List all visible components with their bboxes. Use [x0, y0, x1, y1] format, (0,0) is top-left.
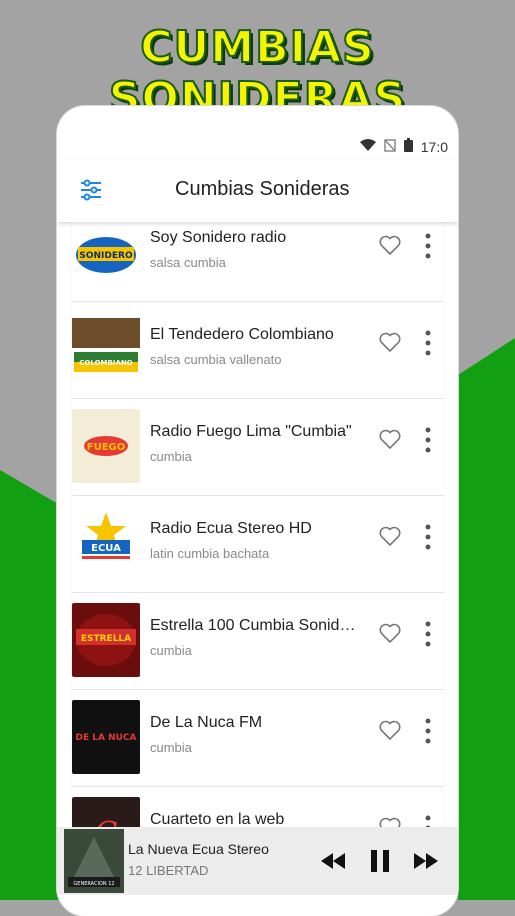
station-tags: cumbia: [150, 449, 192, 464]
station-logo: DE LA NUCA: [72, 700, 140, 774]
station-logo: COLOMBIANO: [72, 312, 140, 386]
station-logo: FUEGO: [72, 409, 140, 483]
station-name: El Tendedero Colombiano: [150, 326, 334, 343]
phone-frame: 17:0 Cumbias Sonideras SONIDERO Soy Soni…: [57, 106, 458, 916]
station-tags: latin cumbia bachata: [150, 546, 270, 561]
station-name: Radio Ecua Stereo HD: [150, 520, 312, 537]
station-tags: cumbia: [150, 643, 192, 658]
logo-text: FUEGO: [87, 442, 126, 453]
favorite-heart-icon[interactable]: [378, 330, 402, 354]
more-options-icon[interactable]: [424, 621, 432, 647]
favorite-heart-icon[interactable]: [378, 427, 402, 451]
station-logo: C: [72, 797, 140, 827]
page-title: Cumbias Sonideras: [175, 178, 350, 200]
more-options-icon[interactable]: [424, 427, 432, 453]
favorite-heart-icon[interactable]: [378, 621, 402, 645]
filter-menu-icon[interactable]: [79, 178, 103, 202]
favorite-heart-icon[interactable]: [378, 718, 402, 742]
logo-text: ECUA: [91, 543, 121, 554]
station-logo: ECUA: [72, 506, 140, 580]
status-bar: 17:0: [57, 136, 458, 158]
player-title: La Nueva Ecua Stereo: [128, 841, 269, 857]
list-item[interactable]: C Cuarteto en la web: [72, 787, 444, 827]
list-item[interactable]: SONIDERO Soy Sonidero radio salsa cumbia: [72, 222, 444, 302]
logo-text: DE LA NUCA: [76, 733, 137, 743]
player-subtitle: 12 LIBERTAD: [128, 863, 209, 878]
list-item[interactable]: ESTRELLA Estrella 100 Cumbia Sonidera cu…: [72, 593, 444, 690]
station-name: Estrella 100 Cumbia Sonidera: [150, 617, 360, 634]
status-time: 17:0: [420, 138, 448, 155]
logo-text: C: [95, 816, 118, 827]
more-options-icon[interactable]: [424, 524, 432, 550]
battery-icon: [403, 138, 413, 155]
list-item[interactable]: COLOMBIANO El Tendedero Colombiano salsa…: [72, 302, 444, 399]
wifi-icon: [359, 138, 376, 155]
list-item[interactable]: ECUA Radio Ecua Stereo HD latin cumbia b…: [72, 496, 444, 593]
station-name: Cuarteto en la web: [150, 811, 285, 827]
mini-player[interactable]: GENERACION 12 La Nueva Ecua Stereo 12 LI…: [57, 827, 458, 895]
favorite-heart-icon[interactable]: [378, 524, 402, 548]
logo-text: SONIDERO: [79, 251, 133, 261]
station-name: Radio Fuego Lima "Cumbia": [150, 423, 352, 440]
no-signal-icon: [384, 138, 396, 155]
pause-icon[interactable]: [366, 847, 394, 875]
favorite-heart-icon[interactable]: [378, 815, 402, 827]
station-tags: salsa cumbia: [150, 255, 226, 270]
more-options-icon[interactable]: [424, 330, 432, 356]
station-list: SONIDERO Soy Sonidero radio salsa cumbia…: [57, 222, 458, 827]
more-options-icon[interactable]: [424, 233, 432, 259]
fast-forward-icon[interactable]: [412, 847, 440, 875]
logo-text: ESTRELLA: [81, 634, 131, 644]
station-tags: cumbia: [150, 740, 192, 755]
station-name: Soy Sonidero radio: [150, 229, 287, 246]
list-item[interactable]: DE LA NUCA De La Nuca FM cumbia: [72, 690, 444, 787]
logo-text: COLOMBIANO: [79, 359, 132, 367]
favorite-heart-icon[interactable]: [378, 233, 402, 257]
station-tags: salsa cumbia vallenato: [150, 352, 282, 367]
player-album-art: GENERACION 12: [64, 829, 124, 893]
more-options-icon[interactable]: [424, 815, 432, 827]
app-bar: Cumbias Sonideras: [57, 158, 458, 222]
art-text: GENERACION 12: [73, 881, 114, 887]
station-logo: ESTRELLA: [72, 603, 140, 677]
more-options-icon[interactable]: [424, 718, 432, 744]
station-name: De La Nuca FM: [150, 714, 263, 731]
list-item[interactable]: FUEGO Radio Fuego Lima "Cumbia" cumbia: [72, 399, 444, 496]
station-logo: SONIDERO: [72, 222, 140, 289]
rewind-icon[interactable]: [319, 847, 347, 875]
